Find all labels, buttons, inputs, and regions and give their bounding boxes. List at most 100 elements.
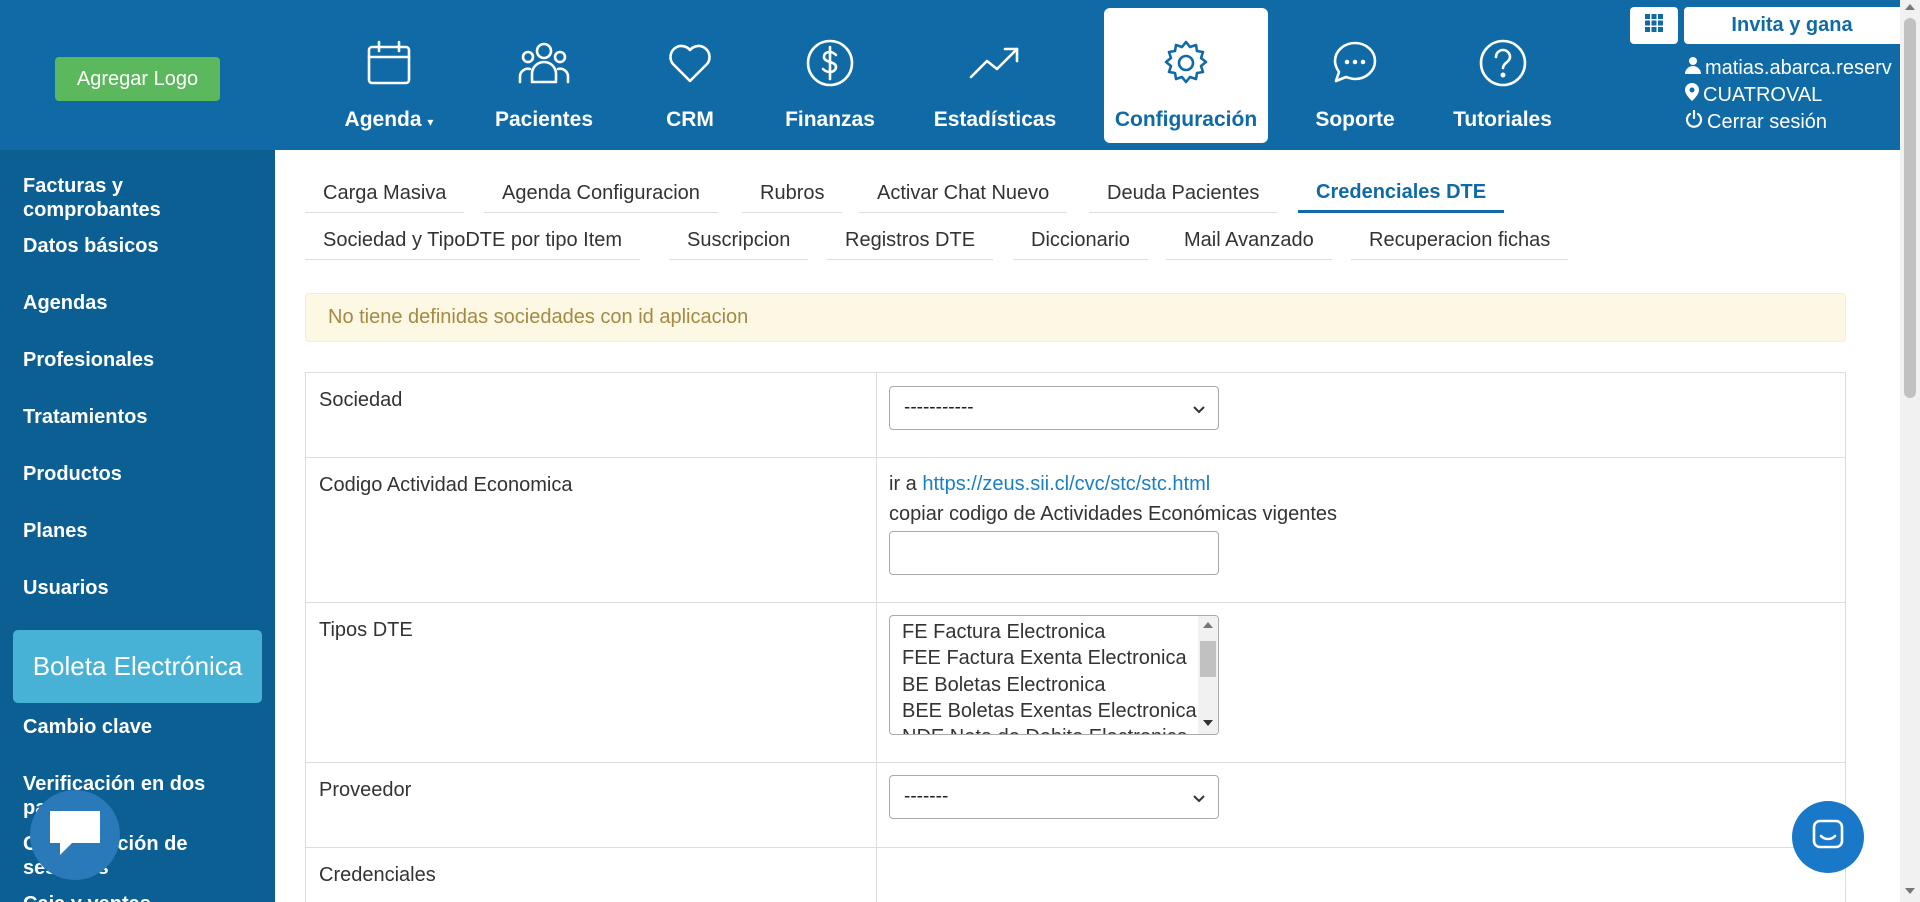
listbox-option[interactable]: FE Factura Electronica [902, 621, 1202, 644]
location-name: CUATROVAL [1703, 83, 1823, 106]
sidebar-item-planes[interactable]: Planes [23, 519, 263, 543]
scroll-down-icon[interactable] [1203, 720, 1213, 726]
messenger-button[interactable] [1792, 801, 1864, 873]
user-icon [1685, 56, 1701, 80]
credentials-form: Sociedad ----------- Codigo Actividad Ec… [305, 372, 1846, 902]
listbox-scrollbar[interactable] [1198, 616, 1218, 734]
question-icon [1473, 33, 1533, 93]
credenciales-label: Credenciales [319, 864, 436, 886]
nav-label: CRM [666, 108, 714, 131]
trend-icon [965, 33, 1025, 93]
nav-estadisticas[interactable]: Estadísticas [925, 8, 1065, 143]
proveedor-label: Proveedor [319, 779, 412, 801]
sidebar-item-facturas[interactable]: Facturas y comprobantes [23, 174, 263, 222]
logout-link[interactable]: Cerrar sesión [1685, 110, 1900, 134]
top-navbar: Agregar Logo Agenda ▾ Pacientes CRM Fina… [0, 0, 1900, 150]
sidebar-item-usuarios[interactable]: Usuarios [23, 576, 263, 600]
caret-down-icon: ▾ [427, 115, 434, 129]
username: matias.abarca.reserv [1705, 56, 1892, 79]
nav-crm[interactable]: CRM [650, 8, 730, 143]
chat-icon [1325, 33, 1385, 93]
nav-pacientes[interactable]: Pacientes [488, 8, 600, 143]
dollar-icon [800, 33, 860, 93]
nav-label: Agenda [344, 108, 422, 131]
nav-soporte[interactable]: Soporte [1305, 8, 1405, 143]
chat-bubble-icon [46, 807, 104, 864]
nav-label: Soporte [1315, 108, 1395, 131]
tab-credenciales-dte[interactable]: Credenciales DTE [1298, 175, 1505, 213]
user-account-link[interactable]: matias.abarca.reserv [1685, 56, 1900, 80]
sii-link[interactable]: https://zeus.sii.cl/cvc/stc/stc.html [922, 473, 1210, 495]
tipos-dte-label: Tipos DTE [319, 619, 413, 641]
nav-label: Tutoriales [1453, 108, 1552, 131]
tab-suscripcion[interactable]: Suscripcion [669, 222, 809, 260]
invite-button[interactable]: Invita y gana [1684, 7, 1900, 44]
listbox-option[interactable]: BE Boletas Electronica [902, 674, 1202, 697]
sidebar-item-agendas[interactable]: Agendas [23, 291, 263, 315]
tab-carga-masiva[interactable]: Carga Masiva [305, 175, 465, 213]
sidebar-item-caja[interactable]: Caja y ventas [23, 892, 263, 902]
page-scroll-thumb[interactable] [1904, 18, 1916, 398]
sidebar-item-cambio-clave[interactable]: Cambio clave [23, 715, 263, 739]
codigo-input[interactable] [889, 531, 1219, 575]
sociedad-select-value: ----------- [904, 397, 974, 418]
form-row-proveedor: Proveedor ------- [306, 763, 1845, 848]
proveedor-select[interactable]: ------- [889, 775, 1219, 819]
tab-activar-chat[interactable]: Activar Chat Nuevo [859, 175, 1068, 213]
nav-configuracion[interactable]: Configuración [1104, 8, 1268, 143]
nav-label: Configuración [1114, 108, 1258, 131]
grid-icon [1644, 13, 1664, 38]
nav-tutoriales[interactable]: Tutoriales [1445, 8, 1560, 143]
tab-recuperacion-fichas[interactable]: Recuperacion fichas [1351, 222, 1569, 260]
power-icon [1685, 110, 1703, 134]
tab-sociedad-tipodte[interactable]: Sociedad y TipoDTE por tipo Item [305, 222, 641, 260]
sidebar-item-datos-basicos[interactable]: Datos básicos [23, 234, 263, 258]
tab-mail-avanzado[interactable]: Mail Avanzado [1166, 222, 1332, 260]
form-row-tipos-dte: Tipos DTE FE Factura Electronica FEE Fac… [306, 603, 1845, 763]
map-pin-icon [1685, 83, 1699, 107]
sociedad-label: Sociedad [319, 389, 403, 411]
sidebar-item-profesionales[interactable]: Profesionales [23, 348, 263, 372]
codigo-label: Codigo Actividad Economica [319, 474, 573, 496]
boleta-electronica-button[interactable]: Boleta Electrónica [13, 630, 262, 703]
apps-grid-button[interactable] [1630, 7, 1678, 44]
sidebar-item-productos[interactable]: Productos [23, 462, 263, 486]
nav-agenda[interactable]: Agenda ▾ [338, 8, 440, 143]
sidebar-item-tratamientos[interactable]: Tratamientos [23, 405, 263, 429]
nav-label: Finanzas [785, 108, 875, 131]
page-scrollbar[interactable] [1900, 0, 1920, 902]
nav-label: Estadísticas [933, 108, 1057, 131]
tipos-dte-multiselect[interactable]: FE Factura Electronica FEE Factura Exent… [889, 615, 1219, 735]
sociedad-select[interactable]: ----------- [889, 386, 1219, 430]
tab-deuda-pacientes[interactable]: Deuda Pacientes [1089, 175, 1278, 213]
chevron-down-icon [1192, 400, 1206, 422]
warning-alert: No tiene definidas sociedades con id apl… [305, 293, 1846, 342]
listbox-option[interactable]: FEE Factura Exenta Electronica [902, 647, 1202, 670]
chevron-down-icon [1192, 789, 1206, 811]
users-icon [514, 33, 574, 93]
scroll-up-icon[interactable] [1203, 622, 1213, 628]
logout-label: Cerrar sesión [1707, 110, 1828, 133]
listbox-option[interactable]: BEE Boletas Exentas Electronica [902, 700, 1202, 723]
listbox-scroll-thumb[interactable] [1200, 641, 1216, 677]
heart-icon [660, 33, 720, 93]
live-chat-button[interactable] [30, 790, 120, 880]
calendar-icon [359, 33, 419, 93]
scroll-up-icon[interactable] [1905, 4, 1915, 10]
tab-agenda-configuracion[interactable]: Agenda Configuracion [484, 175, 718, 213]
add-logo-button[interactable]: Agregar Logo [55, 57, 220, 101]
proveedor-select-value: ------- [904, 786, 949, 807]
form-row-credenciales: Credenciales [306, 848, 1845, 902]
tab-registros-dte[interactable]: Registros DTE [827, 222, 994, 260]
nav-finanzas[interactable]: Finanzas [775, 8, 885, 143]
nav-label: Pacientes [494, 108, 594, 131]
scroll-down-icon[interactable] [1905, 888, 1915, 894]
location-link[interactable]: CUATROVAL [1685, 83, 1900, 107]
listbox-option[interactable]: NDE Nota de Debito Electronica [902, 726, 1202, 734]
tab-diccionario[interactable]: Diccionario [1013, 222, 1148, 260]
messenger-icon [1811, 818, 1845, 857]
tab-rubros[interactable]: Rubros [742, 175, 843, 213]
gear-icon [1156, 33, 1216, 93]
form-row-codigo: Codigo Actividad Economica ir a https://… [306, 458, 1845, 603]
codigo-instruction: copiar codigo de Actividades Económicas … [889, 503, 1338, 525]
